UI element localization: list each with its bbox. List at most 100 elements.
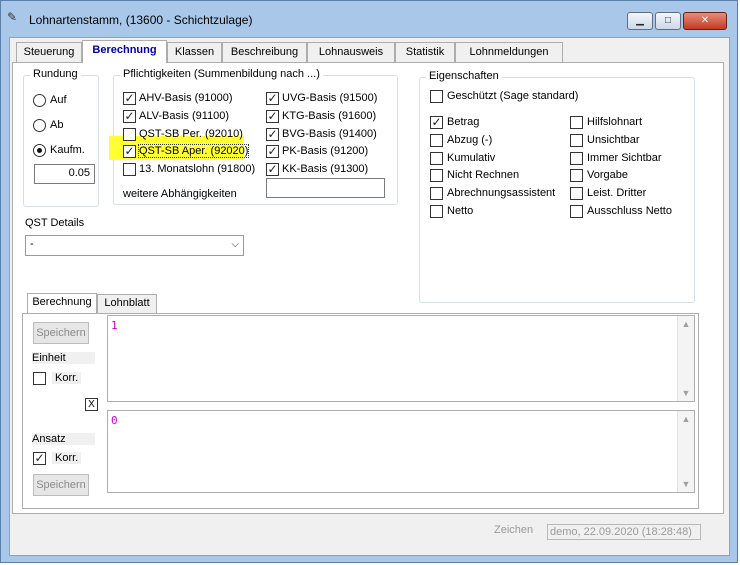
cb-ktg-label: KTG-Basis (91600) xyxy=(282,110,377,122)
cb-pk[interactable]: ✓ xyxy=(266,145,279,158)
cb-geschuetzt[interactable] xyxy=(430,90,443,103)
cb-qst-aper[interactable]: ✓ xyxy=(123,145,136,158)
cb-hilfslohnart-label: Hilfslohnart xyxy=(587,116,643,128)
cb-hilfslohnart[interactable] xyxy=(570,116,583,129)
speichern-einheit-button[interactable]: Speichern xyxy=(33,322,89,344)
cb-abzug[interactable] xyxy=(430,134,443,147)
cb-qst-per-label: QST-SB Per. (92010) xyxy=(139,128,243,140)
ansatz-label: Ansatz xyxy=(32,433,95,445)
cb-13-monatslohn[interactable] xyxy=(123,163,136,176)
cb-netto-label: Netto xyxy=(447,205,474,217)
einheit-label: Einheit xyxy=(32,352,95,364)
cb-kumulativ[interactable] xyxy=(430,152,443,165)
tab-berechnung[interactable]: Berechnung xyxy=(82,40,167,63)
cb-13-monatslohn-label: 13. Monatslohn (91800) xyxy=(139,163,256,175)
radio-kaufm-label: Kaufm. xyxy=(50,144,85,156)
qst-dropdown[interactable]: - ⌵ xyxy=(25,235,244,256)
tab-statistik[interactable]: Statistik xyxy=(395,42,455,62)
cb-ausschluss-netto-label: Ausschluss Netto xyxy=(587,205,672,217)
cb-ausschluss-netto[interactable] xyxy=(570,205,583,218)
pflicht-group: Pflichtigkeiten (Summenbildung nach ...)… xyxy=(109,68,398,205)
cb-ahv-label: AHV-Basis (91000) xyxy=(139,92,233,104)
close-x-button[interactable]: X xyxy=(85,398,98,411)
weitere-label: weitere Abhängigkeiten xyxy=(123,188,237,200)
tab-lohnmeldungen[interactable]: Lohnmeldungen xyxy=(455,42,563,62)
scroll-down-icon[interactable]: ▼ xyxy=(678,388,694,398)
cb-pk-label: PK-Basis (91200) xyxy=(282,145,369,157)
cb-uvg-label: UVG-Basis (91500) xyxy=(282,92,378,104)
tab-steuerung[interactable]: Steuerung xyxy=(16,42,82,62)
radio-auf-label: Auf xyxy=(50,94,67,106)
cb-vorgabe[interactable] xyxy=(570,169,583,182)
cb-bvg[interactable]: ✓ xyxy=(266,128,279,141)
cb-alv[interactable]: ✓ xyxy=(123,110,136,123)
cb-ktg[interactable]: ✓ xyxy=(266,110,279,123)
cb-bvg-label: BVG-Basis (91400) xyxy=(282,128,377,140)
speichern-ansatz-button[interactable]: Speichern xyxy=(33,474,89,496)
cb-kk[interactable]: ✓ xyxy=(266,163,279,176)
tab-panel-berechnung: Rundung Auf Ab Kaufm. 0.05 Pflichtigkeit… xyxy=(12,62,724,514)
cb-immer-sichtbar[interactable] xyxy=(570,152,583,165)
maximize-button[interactable]: □ xyxy=(655,12,681,30)
cb-netto[interactable] xyxy=(430,205,443,218)
lower-panel: Speichern Einheit Korr. X Ansatz ✓ Korr.… xyxy=(22,313,699,509)
formula-ansatz-text: 0 xyxy=(111,414,118,427)
cb-abrechnungsassistent-label: Abrechnungsassistent xyxy=(447,187,556,199)
cb-betrag[interactable]: ✓ xyxy=(430,116,443,129)
cb-abzug-label: Abzug (-) xyxy=(447,134,493,146)
radio-auf[interactable] xyxy=(33,94,46,107)
rundung-title: Rundung xyxy=(30,68,81,80)
scroll-up-icon[interactable]: ▲ xyxy=(678,319,694,329)
cb-leist-dritter[interactable] xyxy=(570,187,583,200)
tab-lohnausweis[interactable]: Lohnausweis xyxy=(307,42,395,62)
status-value: demo, 22.09.2020 (18:28:48) xyxy=(547,524,701,540)
cb-nicht-rechnen-label: Nicht Rechnen xyxy=(447,169,520,181)
einheit-korr-label: Korr. xyxy=(52,372,82,384)
cb-abrechnungsassistent[interactable] xyxy=(430,187,443,200)
cb-betrag-label: Betrag xyxy=(447,116,480,128)
status-label: Zeichen xyxy=(494,524,534,536)
cb-kk-label: KK-Basis (91300) xyxy=(282,163,369,175)
cb-uvg[interactable]: ✓ xyxy=(266,92,279,105)
scroll-up-icon[interactable]: ▲ xyxy=(678,414,694,424)
formula-einheit-scrollbar[interactable]: ▲ ▼ xyxy=(677,316,694,401)
radio-kaufm[interactable] xyxy=(33,144,46,157)
cb-unsichtbar[interactable] xyxy=(570,134,583,147)
window-title: Lohnartenstamm, (13600 - Schichtzulage) xyxy=(29,13,253,27)
chevron-down-icon: ⌵ xyxy=(231,239,239,250)
cb-ahv[interactable]: ✓ xyxy=(123,92,136,105)
tab-beschreibung[interactable]: Beschreibung xyxy=(222,42,307,62)
ansatz-korr-label: Korr. xyxy=(52,452,82,464)
rundung-value-input[interactable]: 0.05 xyxy=(34,164,95,184)
formula-einheit-text: 1 xyxy=(111,319,118,332)
formula-einheit-editor[interactable]: 1 ▲ ▼ xyxy=(107,315,695,402)
minimize-button[interactable]: ▁ xyxy=(627,12,653,30)
cb-immer-sichtbar-label: Immer Sichtbar xyxy=(587,152,662,164)
subtab-berechnung[interactable]: Berechnung xyxy=(27,293,97,313)
cb-vorgabe-label: Vorgabe xyxy=(587,169,628,181)
rundung-group: Rundung Auf Ab Kaufm. 0.05 xyxy=(23,68,99,207)
title-bar: ✎ Lohnartenstamm, (13600 - Schichtzulage… xyxy=(1,1,737,37)
client-area: Steuerung Berechnung Klassen Beschreibun… xyxy=(9,37,730,556)
cb-ansatz-korr[interactable]: ✓ xyxy=(33,452,46,465)
scroll-down-icon[interactable]: ▼ xyxy=(678,479,694,489)
eigenschaften-group: Eigenschaften Geschützt (Sage standard) … xyxy=(419,70,695,303)
main-window: ✎ Lohnartenstamm, (13600 - Schichtzulage… xyxy=(0,0,738,563)
close-button[interactable]: ✕ xyxy=(683,12,727,30)
eigenschaften-title: Eigenschaften xyxy=(426,70,502,82)
qst-value: - xyxy=(30,238,34,250)
formula-ansatz-scrollbar[interactable]: ▲ ▼ xyxy=(677,411,694,492)
cb-unsichtbar-label: Unsichtbar xyxy=(587,134,640,146)
pflicht-title: Pflichtigkeiten (Summenbildung nach ...) xyxy=(120,68,323,80)
cb-qst-per[interactable] xyxy=(123,128,136,141)
formula-ansatz-editor[interactable]: 0 ▲ ▼ xyxy=(107,410,695,493)
weitere-input[interactable] xyxy=(266,178,385,198)
subtab-lohnblatt[interactable]: Lohnblatt xyxy=(97,294,157,313)
radio-ab[interactable] xyxy=(33,119,46,132)
radio-ab-label: Ab xyxy=(50,119,64,131)
app-icon: ✎ xyxy=(7,10,18,24)
cb-qst-aper-label: QST-SB Aper. (92020) xyxy=(137,144,250,158)
cb-nicht-rechnen[interactable] xyxy=(430,169,443,182)
cb-einheit-korr[interactable] xyxy=(33,372,46,385)
tab-klassen[interactable]: Klassen xyxy=(167,42,222,62)
